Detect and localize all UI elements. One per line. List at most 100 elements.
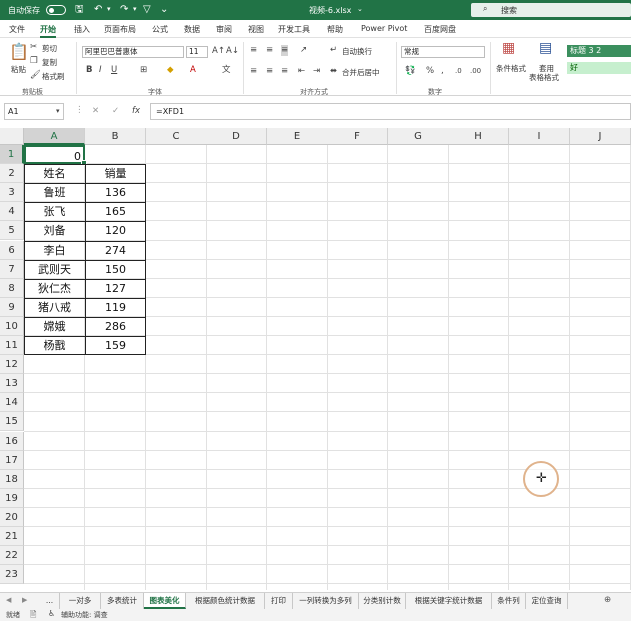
row-header[interactable]: 7 [0,259,24,279]
font-family-select[interactable]: 阿里巴巴普惠体 [82,46,184,58]
column-header[interactable]: H [448,128,509,145]
table-cell-name[interactable]: 鲁班 [24,183,85,202]
percent-icon[interactable]: % [426,66,434,77]
ribbon-tab[interactable]: Power Pivot [361,24,407,33]
row-header[interactable]: 2 [0,164,24,184]
ribbon-tab[interactable]: 页面布局 [104,24,136,35]
align-right-icon[interactable]: ≡ [281,66,288,77]
search-box[interactable]: ⌕ 搜索 [471,3,631,17]
sheet-tab[interactable]: 定位查询 [526,593,568,609]
more-commands-icon[interactable]: ⌄ [160,3,168,16]
table-cell-sales[interactable]: 119 [85,298,146,317]
row-header[interactable]: 4 [0,202,24,222]
table-cell-sales[interactable]: 150 [85,260,146,279]
accessibility-icon[interactable]: ♿ [48,609,55,618]
row-header[interactable]: 13 [0,374,24,394]
column-header[interactable]: A [24,128,85,145]
format-painter-label[interactable]: 格式刷 [42,71,65,82]
row-header[interactable]: 20 [0,507,24,527]
table-cell-name[interactable]: 猪八戒 [24,298,85,317]
table-cell-name[interactable]: 张飞 [24,202,85,221]
sheet-tab-more[interactable]: ... [40,593,60,609]
ribbon-tab[interactable]: 开发工具 [278,24,310,35]
ribbon-tab[interactable]: 审阅 [216,24,232,35]
row-header[interactable]: 3 [0,183,24,203]
ribbon-tab[interactable]: 开始 [40,24,56,38]
border-icon[interactable]: ⊞ [140,65,147,76]
column-header[interactable]: G [388,128,449,145]
scroll-right-icon[interactable]: ▶ [22,595,27,606]
ribbon-tab[interactable]: 视图 [248,24,264,35]
paste-label[interactable]: 粘贴 [11,64,26,75]
format-table-label-2[interactable]: 表格格式 [529,72,559,83]
row-header[interactable]: 6 [0,240,24,260]
decrease-indent-icon[interactable]: ⇤ [298,66,305,77]
underline-icon[interactable]: U [111,65,117,76]
sheet-tab[interactable]: 图表美化 [144,593,186,609]
redo-icon[interactable]: ↷ [120,3,128,16]
header-name[interactable]: 姓名 [24,164,85,183]
table-cell-name[interactable]: 刘备 [24,221,85,240]
paste-icon[interactable]: 📋 [9,43,29,61]
sheet-tab[interactable]: 分类别计数 [359,593,406,609]
table-cell-sales[interactable]: 136 [85,183,146,202]
copy-icon[interactable]: ❐ [30,56,38,67]
cut-icon[interactable]: ✂ [30,42,37,53]
undo-icon[interactable]: ↶ [94,3,102,16]
wrap-text-label[interactable]: 自动换行 [342,46,372,57]
row-header[interactable]: 9 [0,297,24,317]
increase-font-icon[interactable]: A↑ [212,46,225,57]
merge-center-label[interactable]: 合并后居中 [342,67,380,78]
cell-style-heading[interactable]: 标题 3 2 [567,45,631,57]
filename-dropdown-icon[interactable]: ⌄ [357,3,363,16]
decrease-font-icon[interactable]: A↓ [226,46,239,57]
cut-label[interactable]: 剪切 [42,43,57,54]
sheet-tab[interactable]: 一对多 [60,593,101,609]
worksheet-grid[interactable]: A B C D E F G H I J 1 2 3 4 5 6 7 8 9 10 11 12 13 14 15 16 17 18 19 2… [0,128,631,590]
table-cell-name[interactable]: 武则天 [24,260,85,279]
name-box[interactable]: A1 [4,103,64,120]
save-icon[interactable]: 🖫 [75,3,84,16]
accounting-icon[interactable]: 💱 [405,66,416,77]
table-cell-name[interactable]: 狄仁杰 [24,279,85,298]
table-cell-sales[interactable]: 274 [85,241,146,260]
row-header[interactable]: 10 [0,316,24,336]
cell-a1[interactable]: 0 [24,145,85,165]
filter-icon[interactable]: ▽ [143,3,151,16]
insert-function-icon[interactable]: fx [132,106,140,117]
header-sales[interactable]: 销量 [85,164,146,183]
copy-label[interactable]: 复制 [42,57,57,68]
sheet-tab[interactable]: 根据颜色统计数据 [186,593,265,609]
row-header[interactable]: 15 [0,412,24,432]
select-all-corner[interactable] [0,128,24,145]
font-size-select[interactable]: 11 [186,46,208,58]
format-table-icon[interactable]: ▤ [539,41,552,55]
undo-dropdown-icon[interactable]: ▾ [107,3,111,16]
align-left-icon[interactable]: ≡ [250,66,257,77]
accessibility-status[interactable]: 辅助功能: 调查 [61,610,108,620]
italic-icon[interactable]: I [99,65,102,76]
row-header[interactable]: 5 [0,221,24,241]
table-cell-name[interactable]: 杨戬 [24,336,85,355]
align-middle-icon[interactable]: ≡ [266,45,273,56]
align-top-icon[interactable]: ≡ [250,45,257,56]
ribbon-tab[interactable]: 公式 [152,24,168,35]
row-header[interactable]: 19 [0,488,24,508]
sheet-tab[interactable]: 多表统计 [101,593,144,609]
column-header[interactable]: I [509,128,570,145]
column-header[interactable]: F [327,128,388,145]
cell-style-good[interactable]: 好 [567,62,631,74]
phonetic-icon[interactable]: 文 [222,65,231,76]
row-header[interactable]: 11 [0,336,24,356]
row-header[interactable]: 16 [0,431,24,451]
column-header[interactable]: E [267,128,328,145]
bold-icon[interactable]: B [86,65,92,76]
row-header[interactable]: 8 [0,278,24,298]
decrease-decimal-icon[interactable]: .00 [470,66,481,77]
more-icon[interactable]: ⋮ [75,105,84,116]
orientation-icon[interactable]: ↗ [300,45,307,56]
table-cell-name[interactable]: 李白 [24,241,85,260]
row-header[interactable]: 14 [0,393,24,413]
sheet-tab[interactable]: 条件列 [492,593,526,609]
conditional-format-icon[interactable]: ▦ [502,41,515,55]
